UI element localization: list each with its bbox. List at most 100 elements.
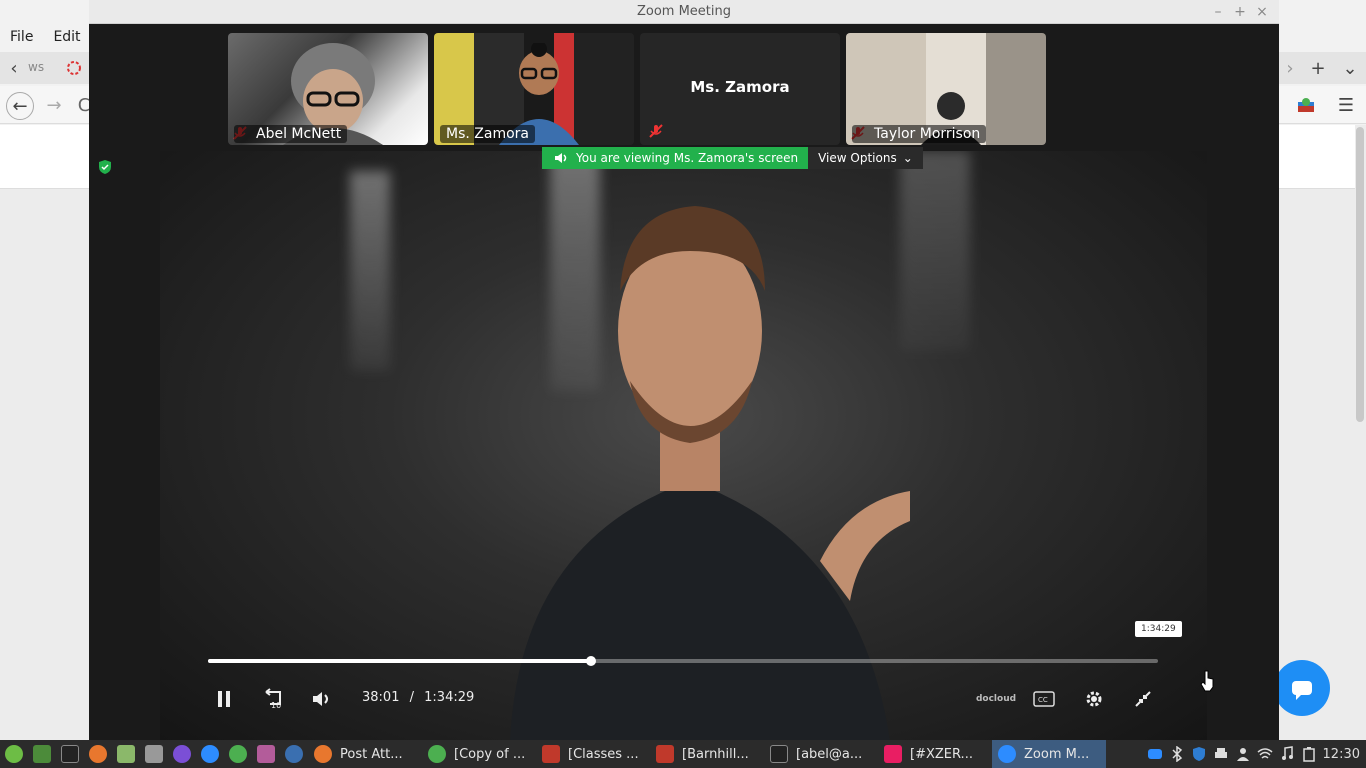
battery-icon[interactable] [1301, 746, 1317, 762]
vpn-shield-icon[interactable] [1191, 746, 1207, 762]
clock: 12:30 [1322, 746, 1360, 762]
menu-icon[interactable] [0, 740, 28, 768]
participant-tile[interactable]: Ms. Zamora [640, 33, 840, 145]
task-label: [Copy of ... [454, 746, 526, 762]
participant-name-center: Ms. Zamora [690, 78, 790, 96]
terminal-icon [770, 745, 788, 763]
task-zoom[interactable]: Zoom M... [992, 740, 1106, 768]
page-scrollbar[interactable] [1356, 127, 1364, 422]
app-icon [542, 745, 560, 763]
speaker-icon [555, 153, 567, 163]
bg-light [350, 171, 390, 371]
task-label: [abel@a... [796, 746, 863, 762]
chrome-icon[interactable] [224, 740, 252, 768]
music-note-icon[interactable] [1279, 746, 1295, 762]
printer-icon[interactable] [1213, 746, 1229, 762]
task-label: [#XZER... [910, 746, 973, 762]
new-tab-icon[interactable]: + [1306, 56, 1330, 80]
forward-icon[interactable]: → [42, 93, 66, 117]
video-time: 38:01 / 1:34:29 [362, 690, 474, 705]
seek-tooltip: 1:34:29 [1135, 621, 1182, 637]
task-slack[interactable]: [#XZER... [878, 740, 992, 768]
chrome-icon [428, 745, 446, 763]
bluetooth-icon[interactable] [1169, 746, 1185, 762]
hamburger-menu-icon[interactable]: ☰ [1334, 93, 1358, 117]
zoom-titlebar: Zoom Meeting – + × [89, 0, 1279, 24]
exit-fullscreen-icon[interactable] [1131, 687, 1155, 711]
closed-captions-icon[interactable]: CC [1032, 687, 1056, 711]
zoom-icon [998, 745, 1016, 763]
minimize-icon[interactable]: – [1207, 0, 1229, 24]
chat-bubble-button[interactable] [1274, 660, 1330, 716]
extension-icon[interactable] [1294, 93, 1318, 117]
slack-icon [884, 745, 902, 763]
terminal-icon[interactable] [56, 740, 84, 768]
files-icon[interactable] [112, 740, 140, 768]
system-tray: 12:30 [1147, 740, 1366, 768]
tab-list-icon[interactable]: ⌄ [1338, 56, 1362, 80]
firefox-icon[interactable] [84, 740, 112, 768]
brand-name: docloud [975, 694, 1017, 704]
task-label: Zoom M... [1024, 746, 1090, 762]
video-progress-bar[interactable] [208, 656, 1158, 666]
security-shield-icon[interactable] [98, 160, 112, 174]
task-firefox[interactable]: Post Att... [308, 740, 422, 768]
view-options-label: View Options [818, 151, 897, 165]
zoom-launcher-icon[interactable] [196, 740, 224, 768]
menu-file[interactable]: File [0, 25, 43, 49]
wifi-icon[interactable] [1257, 746, 1273, 762]
participant-strip: Abel McNett Ms. Zamora Ms. Zamora Taylor… [228, 33, 1046, 145]
duration: 1:34:29 [424, 690, 475, 705]
tab-scroll-left-icon[interactable]: ‹ [2, 56, 26, 80]
menu-edit[interactable]: Edit [43, 25, 90, 49]
task-chrome[interactable]: [Copy of ... [422, 740, 536, 768]
task-label: Post Att... [340, 746, 403, 762]
close-icon[interactable]: × [1251, 0, 1273, 24]
camera-icon[interactable] [140, 740, 168, 768]
settings-gear-icon[interactable] [1082, 687, 1106, 711]
speaker-figure [510, 206, 910, 740]
brand-logo: docloud [976, 687, 1016, 711]
tab-title[interactable]: ws [28, 60, 44, 74]
zoom-tray-icon[interactable] [1147, 746, 1163, 762]
resolve-icon[interactable] [280, 740, 308, 768]
shared-screen-video[interactable]: 1:34:29 10 38:01 / 1:34:29 docloud CC [160, 151, 1207, 740]
app-icon [656, 745, 674, 763]
user-icon[interactable] [1235, 746, 1251, 762]
participant-tile[interactable]: Ms. Zamora [434, 33, 634, 145]
tab-scroll-right-icon[interactable]: › [1278, 56, 1302, 80]
participant-tile[interactable]: Taylor Morrison [846, 33, 1046, 145]
mic-muted-icon [649, 124, 663, 138]
participant-name: Abel McNett [234, 125, 348, 143]
view-options-button[interactable]: View Options ⌄ [808, 147, 923, 169]
pause-icon[interactable] [212, 687, 236, 711]
bg-light [900, 151, 970, 351]
task-barnhill[interactable]: [Barnhill... [650, 740, 764, 768]
video-progress-fill [208, 659, 591, 663]
rewind-10-icon[interactable]: 10 [260, 687, 288, 711]
task-label: [Classes ... [568, 746, 639, 762]
volume-icon[interactable] [310, 687, 334, 711]
video-progress-knob[interactable] [585, 656, 596, 666]
chat-icon [1292, 681, 1312, 700]
task-label: [Barnhill... [682, 746, 749, 762]
share-banner: You are viewing Ms. Zamora's screen View… [542, 147, 923, 169]
svg-text:CC: CC [1038, 696, 1048, 704]
firefox-icon [314, 745, 332, 763]
zoom-window: Zoom Meeting – + × Abel McNett Ms. Zamor… [89, 0, 1279, 740]
svg-text:10: 10 [271, 701, 281, 710]
show-desktop-icon[interactable] [28, 740, 56, 768]
emacs-icon[interactable] [168, 740, 196, 768]
participant-tile[interactable]: Abel McNett [228, 33, 428, 145]
loading-icon [62, 56, 86, 80]
participant-name: Taylor Morrison [852, 125, 987, 143]
notes-icon[interactable] [252, 740, 280, 768]
task-classes[interactable]: [Classes ... [536, 740, 650, 768]
task-terminal[interactable]: [abel@a... [764, 740, 878, 768]
participant-name: Ms. Zamora [440, 125, 535, 143]
browser-menubar: File Edit [0, 25, 90, 49]
hand-cursor-icon [1200, 670, 1214, 692]
time-separator: / [409, 690, 414, 705]
back-icon[interactable]: ← [6, 92, 34, 120]
maximize-icon[interactable]: + [1229, 0, 1251, 24]
